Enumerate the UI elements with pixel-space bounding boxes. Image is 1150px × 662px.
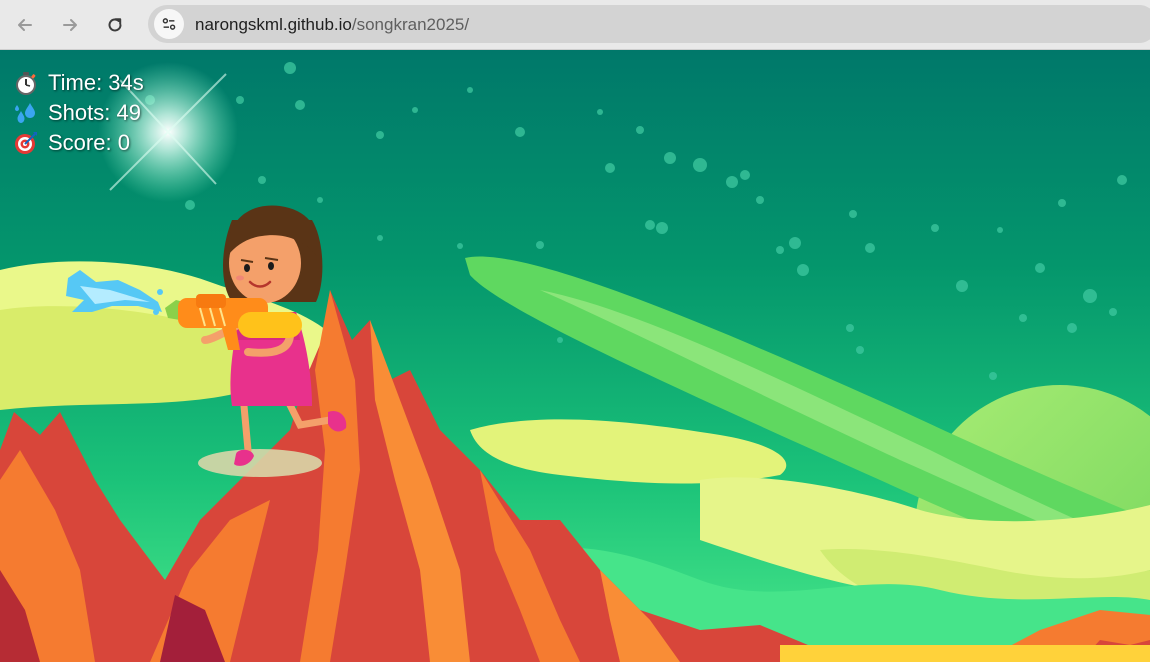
browser-toolbar: narongskml.github.io/songkran2025/ — [0, 0, 1150, 50]
reload-icon — [108, 18, 122, 32]
forward-button[interactable] — [54, 9, 86, 41]
back-button[interactable] — [9, 9, 41, 41]
player-shadow — [198, 449, 322, 477]
hud-score-row: Score: 0 — [14, 128, 144, 158]
stopwatch-icon — [16, 72, 36, 95]
hud-shots-label: Shots: 49 — [48, 100, 141, 125]
arrow-left-icon — [18, 19, 32, 31]
reload-button[interactable] — [99, 9, 131, 41]
hud-score-label: Score: 0 — [48, 130, 130, 155]
site-info-button[interactable] — [154, 9, 184, 39]
water-drops-icon — [15, 103, 35, 123]
hud-time-label: Time: 34s — [48, 70, 144, 95]
target-icon — [15, 132, 37, 154]
tune-icon — [162, 18, 176, 30]
game-canvas[interactable]: Time: 34s Shots: 49 Score: 0 — [0, 50, 1150, 662]
game-scene — [0, 50, 1150, 662]
url-domain: narongskml.github.io — [195, 15, 352, 34]
url-path: /songkran2025/ — [351, 15, 470, 34]
hud-panel: Time: 34s Shots: 49 Score: 0 — [14, 68, 144, 158]
url-text[interactable]: narongskml.github.io/songkran2025/ — [195, 15, 469, 35]
address-bar[interactable]: narongskml.github.io/songkran2025/ — [148, 5, 1150, 43]
hud-shots-row: Shots: 49 — [14, 98, 144, 128]
arrow-right-icon — [63, 19, 77, 31]
hud-time-row: Time: 34s — [14, 68, 144, 98]
